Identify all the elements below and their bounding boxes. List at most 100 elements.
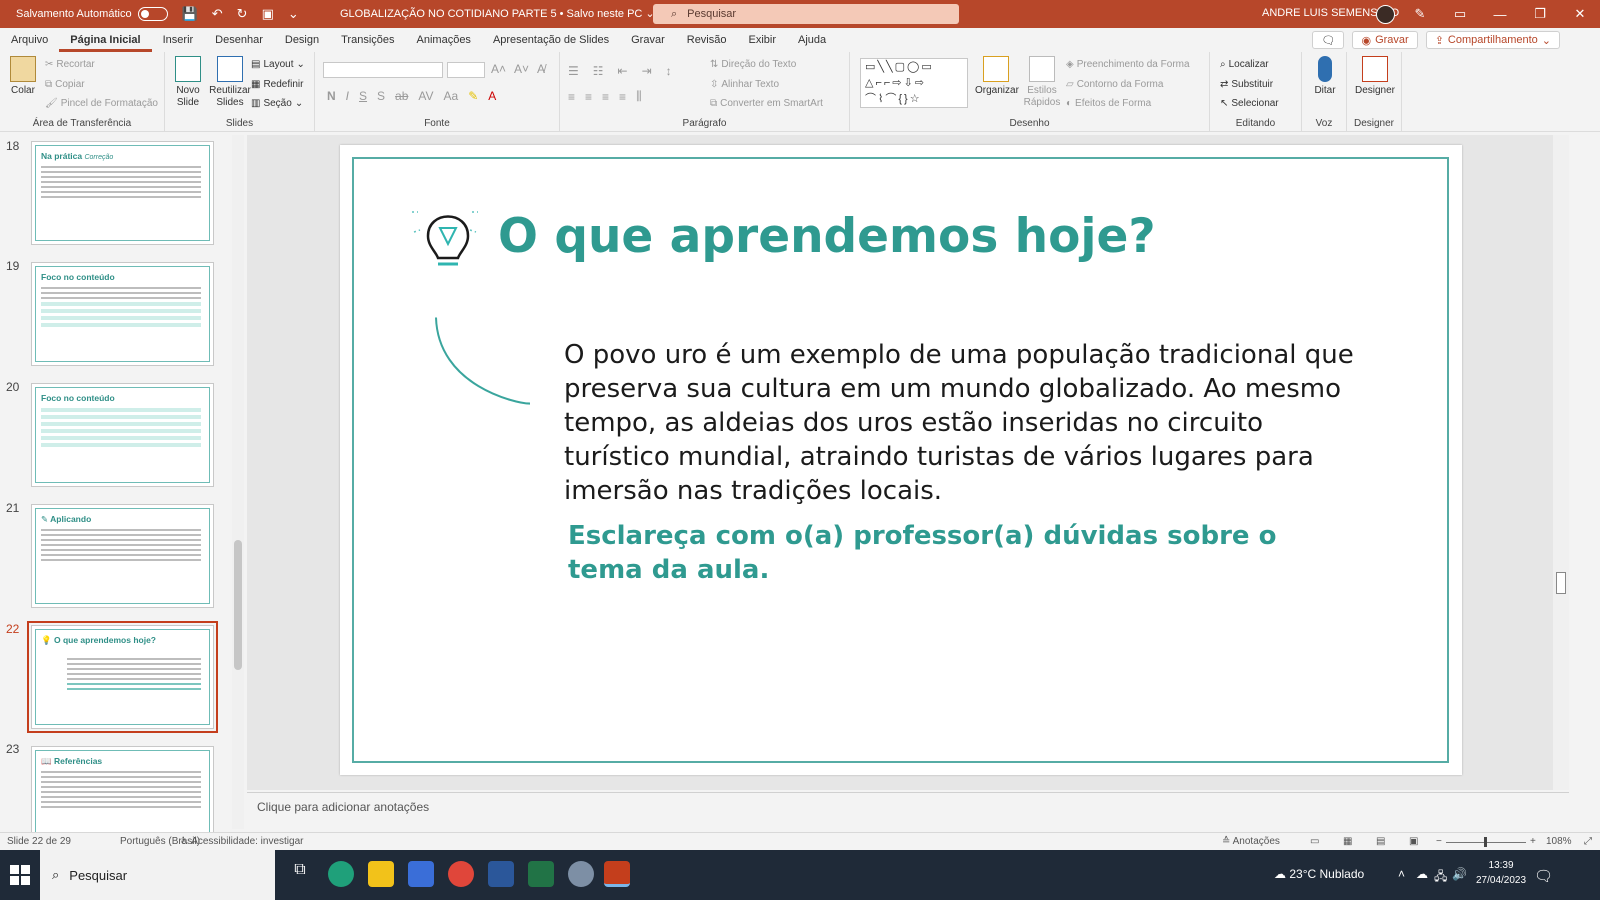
zoom-out-icon[interactable]: − bbox=[1436, 836, 1442, 847]
shapes-gallery[interactable]: ▭╲╲▢◯▭ △⌐⌐⇨⇩⇨ ⌒⌇⌒{}☆ bbox=[860, 58, 968, 108]
excel-icon[interactable] bbox=[528, 861, 554, 887]
notes-pane[interactable]: Clique para adicionar anotações bbox=[247, 792, 1569, 832]
align-center-icon[interactable]: ≡ bbox=[585, 90, 592, 104]
taskbar-clock[interactable]: 13:39 27/04/2023 bbox=[1476, 858, 1526, 888]
slide-body-text[interactable]: O povo uro é um exemplo de uma população… bbox=[564, 338, 1374, 508]
restore-icon[interactable]: ❐ bbox=[1520, 6, 1560, 22]
close-icon[interactable]: ✕ bbox=[1560, 6, 1600, 22]
paste-button[interactable]: Colar bbox=[8, 56, 38, 97]
line-spacing-icon[interactable]: ↕ bbox=[666, 64, 672, 78]
replace-button[interactable]: ⇄ Substituir bbox=[1220, 79, 1273, 90]
arrange-button[interactable]: Organizar bbox=[975, 56, 1019, 97]
reset-button[interactable]: ▦ Redefinir bbox=[251, 79, 303, 90]
tab-exibir[interactable]: Exibir bbox=[738, 28, 788, 52]
slide-sorter-icon[interactable]: ▦ bbox=[1343, 836, 1352, 847]
slide-thumbnail-19[interactable]: Foco no conteúdo bbox=[31, 262, 214, 366]
chevron-up-icon[interactable]: ˄ bbox=[1398, 867, 1405, 881]
tab-pagina-inicial[interactable]: Página Inicial bbox=[59, 28, 152, 52]
indent-more-icon[interactable]: ⇥ bbox=[642, 64, 652, 78]
chrome-icon[interactable] bbox=[448, 861, 474, 887]
format-painter-button[interactable]: 🖌 Pincel de Formatação bbox=[45, 98, 158, 109]
tab-arquivo[interactable]: Arquivo bbox=[0, 28, 59, 52]
file-explorer-icon[interactable] bbox=[368, 861, 394, 887]
edge-icon[interactable] bbox=[328, 861, 354, 887]
copy-button[interactable]: ⧉ Copiar bbox=[45, 79, 85, 90]
align-right-icon[interactable]: ≡ bbox=[602, 90, 609, 104]
document-title[interactable]: GLOBALIZAÇÃO NO COTIDIANO PARTE 5 • Salv… bbox=[340, 7, 655, 20]
save-icon[interactable]: 💾 bbox=[182, 6, 198, 22]
store-icon[interactable] bbox=[408, 861, 434, 887]
numbering-icon[interactable]: ☷ bbox=[593, 64, 604, 78]
tab-gravar[interactable]: Gravar bbox=[620, 28, 676, 52]
shadow-icon[interactable]: S bbox=[377, 89, 385, 103]
autosave[interactable]: Salvamento Automático bbox=[16, 7, 168, 21]
case-icon[interactable]: Aa bbox=[444, 89, 459, 103]
pen-icon[interactable]: ✎ bbox=[1400, 6, 1440, 22]
section-button[interactable]: ▥ Seção ⌄ bbox=[251, 98, 303, 109]
network-icon[interactable]: 🖧 bbox=[1434, 867, 1447, 888]
spacing-icon[interactable]: AV bbox=[418, 89, 433, 103]
task-view-icon[interactable]: ⧉ bbox=[287, 861, 313, 887]
slideshow-icon[interactable]: ▣ bbox=[1409, 836, 1418, 847]
undo-icon[interactable]: ↶ bbox=[212, 6, 223, 22]
underline-icon[interactable]: S bbox=[359, 89, 367, 103]
onedrive-icon[interactable]: ☁ bbox=[1416, 867, 1428, 881]
grow-font-icon[interactable]: A˄ bbox=[491, 62, 506, 76]
text-direction-button[interactable]: ⇅ Direção do Texto bbox=[710, 59, 796, 70]
dictate-button[interactable]: Ditar bbox=[1310, 56, 1340, 97]
record-button[interactable]: ◉ Gravar bbox=[1352, 31, 1418, 49]
slide-title[interactable]: O que aprendemos hoje? bbox=[498, 209, 1156, 264]
highlight-icon[interactable]: ✎ bbox=[468, 89, 478, 103]
volume-icon[interactable]: 🔊 bbox=[1452, 867, 1467, 881]
present-icon[interactable]: ▣ bbox=[262, 6, 274, 22]
align-left-icon[interactable]: ≡ bbox=[568, 90, 575, 104]
share-button[interactable]: ⇪ Compartilhamento ⌄ bbox=[1425, 31, 1560, 49]
fit-slide-icon[interactable]: ⤢ bbox=[1584, 836, 1592, 847]
zoom-in-icon[interactable]: + bbox=[1530, 836, 1536, 847]
strikethrough-icon[interactable]: ab bbox=[395, 89, 408, 103]
settings-app-icon[interactable] bbox=[568, 861, 594, 887]
find-button[interactable]: ⌕ Localizar bbox=[1220, 59, 1269, 70]
font-name-box[interactable] bbox=[323, 62, 443, 78]
bold-icon[interactable]: N bbox=[327, 89, 336, 103]
tab-inserir[interactable]: Inserir bbox=[152, 28, 205, 52]
reading-view-icon[interactable]: ▤ bbox=[1376, 836, 1385, 847]
slide-thumbnail-22[interactable]: 💡 O que aprendemos hoje? bbox=[27, 621, 218, 733]
thumbnail-scrollbar[interactable] bbox=[232, 135, 244, 829]
designer-button[interactable]: Designer bbox=[1353, 56, 1397, 97]
shape-effects-button[interactable]: ◐ Efeitos de Forma bbox=[1066, 98, 1151, 109]
accessibility-status[interactable]: ♿ Acessibilidade: investigar bbox=[180, 836, 303, 847]
tab-apresentacao[interactable]: Apresentação de Slides bbox=[482, 28, 620, 52]
clear-format-icon[interactable]: A̸ bbox=[537, 62, 545, 76]
redo-icon[interactable]: ↻ bbox=[237, 6, 248, 22]
new-slide-button[interactable]: Novo Slide bbox=[173, 56, 203, 109]
powerpoint-icon[interactable] bbox=[604, 861, 630, 887]
slide-thumbnails-panel[interactable]: 18 Na prática Correção 19 Foco no conteú… bbox=[0, 135, 245, 835]
windows-start-icon[interactable] bbox=[10, 865, 30, 885]
columns-icon[interactable]: ⫼ bbox=[636, 89, 642, 104]
tab-revisao[interactable]: Revisão bbox=[676, 28, 738, 52]
tab-ajuda[interactable]: Ajuda bbox=[787, 28, 837, 52]
comments-button[interactable]: 🗨 bbox=[1312, 31, 1345, 49]
tab-animacoes[interactable]: Animações bbox=[406, 28, 482, 52]
reuse-slides-button[interactable]: Reutilizar Slides bbox=[209, 56, 251, 109]
font-size-box[interactable] bbox=[447, 62, 485, 78]
slide-thumbnail-20[interactable]: Foco no conteúdo bbox=[31, 383, 214, 487]
zoom-level[interactable]: 108% bbox=[1546, 836, 1572, 847]
avatar[interactable] bbox=[1376, 5, 1395, 24]
smartart-button[interactable]: ⧉ Converter em SmartArt bbox=[710, 98, 823, 109]
tab-transicoes[interactable]: Transições bbox=[330, 28, 405, 52]
customize-toolbar-icon[interactable]: ⌄ bbox=[288, 6, 299, 22]
slide-thumbnail-21[interactable]: ✎ Aplicando bbox=[31, 504, 214, 608]
slide-scrollbar[interactable] bbox=[1553, 135, 1569, 790]
align-text-button[interactable]: ⇳ Alinhar Texto bbox=[710, 79, 779, 90]
autosave-toggle[interactable] bbox=[137, 7, 168, 21]
tab-desenhar[interactable]: Desenhar bbox=[204, 28, 274, 52]
slide-thumbnail-18[interactable]: Na prática Correção bbox=[31, 141, 214, 245]
italic-icon[interactable]: I bbox=[346, 89, 349, 103]
bullets-icon[interactable]: ☰ bbox=[568, 64, 579, 78]
notifications-icon[interactable]: 🗨 bbox=[1534, 867, 1553, 885]
notes-toggle[interactable]: ≙ Anotações bbox=[1222, 836, 1280, 847]
search-box[interactable]: ⌕ Pesquisar bbox=[653, 4, 959, 24]
ribbon-display-icon[interactable]: ▭ bbox=[1440, 6, 1480, 22]
